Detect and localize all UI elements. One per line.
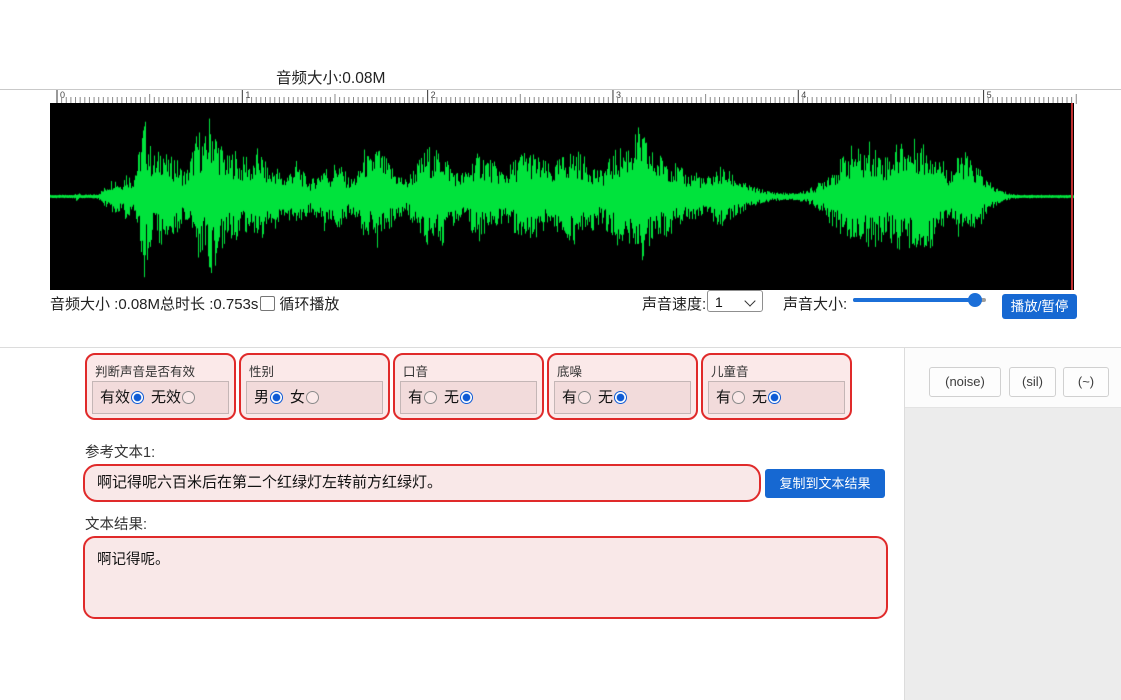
radio-label: 有 — [562, 389, 577, 406]
fieldset-accent: 口音 有无 — [393, 353, 544, 420]
radio-option: 无效 — [151, 389, 195, 406]
audio-info-text: 音频大小 :0.08M总时长 :0.753s — [50, 296, 258, 313]
fieldset-background-noise: 底噪 有无 — [547, 353, 698, 420]
tag-noise-button[interactable]: (noise) — [929, 367, 1001, 397]
radio-group-gender: 男女 — [246, 381, 383, 414]
tag-sil-button[interactable]: (sil) — [1009, 367, 1056, 397]
chevron-down-icon — [744, 295, 755, 306]
play-pause-button[interactable]: 播放/暂停 — [1002, 294, 1077, 319]
waveform-display[interactable] — [50, 103, 1074, 290]
radio-noise-no[interactable] — [614, 391, 627, 404]
fieldset-child-voice: 儿童音 有无 — [701, 353, 852, 420]
radio-group-voice-valid: 有效 无效 — [92, 381, 229, 414]
radio-label: 有效 — [100, 389, 130, 406]
radio-label: 无效 — [151, 389, 181, 406]
volume-slider-thumb[interactable] — [968, 293, 982, 307]
volume-slider-fill — [853, 298, 975, 302]
reference-text-input[interactable]: 啊记得呢六百米后在第二个红绿灯左转前方红绿灯。 — [83, 464, 761, 502]
radio-group-accent: 有无 — [400, 381, 537, 414]
radio-label: 有 — [716, 389, 731, 406]
loop-label: 循环播放 — [279, 296, 339, 313]
radio-valid-no[interactable] — [182, 391, 195, 404]
svg-text:4: 4 — [801, 90, 806, 100]
radio-option: 有效 — [100, 389, 144, 406]
radio-gender-female[interactable] — [306, 391, 319, 404]
radio-label: 无 — [598, 389, 613, 406]
radio-option: 有 — [562, 389, 591, 406]
volume-label: 声音大小: — [783, 293, 847, 314]
fieldset-legend: 口音 — [403, 361, 428, 380]
radio-label: 有 — [408, 389, 423, 406]
svg-text:0: 0 — [60, 90, 65, 100]
tag-button-strip: (noise) (sil) (~) — [905, 348, 1121, 408]
page: 音频大小:0.08M 0 1 2 3 4 5 音频大小 :0.08M总时长 :0.753s… — [0, 0, 1121, 700]
fieldset-legend: 判断声音是否有效 — [95, 361, 195, 380]
radio-label: 男 — [254, 389, 269, 406]
svg-text:1: 1 — [245, 90, 250, 100]
svg-text:5: 5 — [987, 90, 992, 100]
radio-option: 女 — [290, 389, 319, 406]
radio-option: 有 — [716, 389, 745, 406]
result-text-label: 文本结果: — [85, 513, 147, 534]
radio-option: 有 — [408, 389, 437, 406]
radio-option: 无 — [598, 389, 627, 406]
radio-label: 无 — [752, 389, 767, 406]
waveform-canvas[interactable] — [50, 103, 1074, 290]
svg-text:2: 2 — [431, 90, 436, 100]
fieldset-voice-valid: 判断声音是否有效 有效 无效 — [85, 353, 236, 420]
radio-child-no[interactable] — [768, 391, 781, 404]
radio-group-background-noise: 有无 — [554, 381, 691, 414]
audio-size-title: 音频大小:0.08M — [276, 66, 385, 88]
radio-option: 无 — [752, 389, 781, 406]
radio-accent-yes[interactable] — [424, 391, 437, 404]
audio-info-row: 音频大小 :0.08M总时长 :0.753s 循环播放 — [50, 293, 339, 314]
loop-checkbox[interactable] — [260, 296, 275, 311]
radio-option: 男 — [254, 389, 283, 406]
radio-label: 无 — [444, 389, 459, 406]
copy-to-result-button[interactable]: 复制到文本结果 — [765, 469, 885, 498]
radio-label: 女 — [290, 389, 305, 406]
radio-child-yes[interactable] — [732, 391, 745, 404]
radio-valid-yes[interactable] — [131, 391, 144, 404]
fieldset-legend: 儿童音 — [711, 361, 749, 380]
fieldset-legend: 性别 — [249, 361, 274, 380]
playhead-line — [1071, 103, 1073, 290]
volume-slider[interactable] — [853, 292, 986, 308]
speed-label: 声音速度: — [642, 293, 706, 314]
timeline-ruler[interactable]: 0 1 2 3 4 5 — [0, 89, 1121, 104]
tag-panel: (noise) (sil) (~) — [904, 348, 1121, 700]
radio-accent-no[interactable] — [460, 391, 473, 404]
reference-text-label: 参考文本1: — [85, 441, 155, 462]
ruler-ticks: 0 1 2 3 4 5 — [0, 90, 1121, 104]
tag-tilde-button[interactable]: (~) — [1063, 367, 1109, 397]
radio-option: 无 — [444, 389, 473, 406]
svg-text:3: 3 — [616, 90, 621, 100]
result-textarea[interactable]: 啊记得呢。 — [83, 536, 888, 619]
speed-value: 1 — [715, 294, 723, 310]
radio-gender-male[interactable] — [270, 391, 283, 404]
speed-select[interactable]: 1 — [707, 290, 763, 312]
fieldset-gender: 性别 男女 — [239, 353, 390, 420]
fieldset-legend: 底噪 — [557, 361, 582, 380]
radio-group-child-voice: 有无 — [708, 381, 845, 414]
radio-noise-yes[interactable] — [578, 391, 591, 404]
